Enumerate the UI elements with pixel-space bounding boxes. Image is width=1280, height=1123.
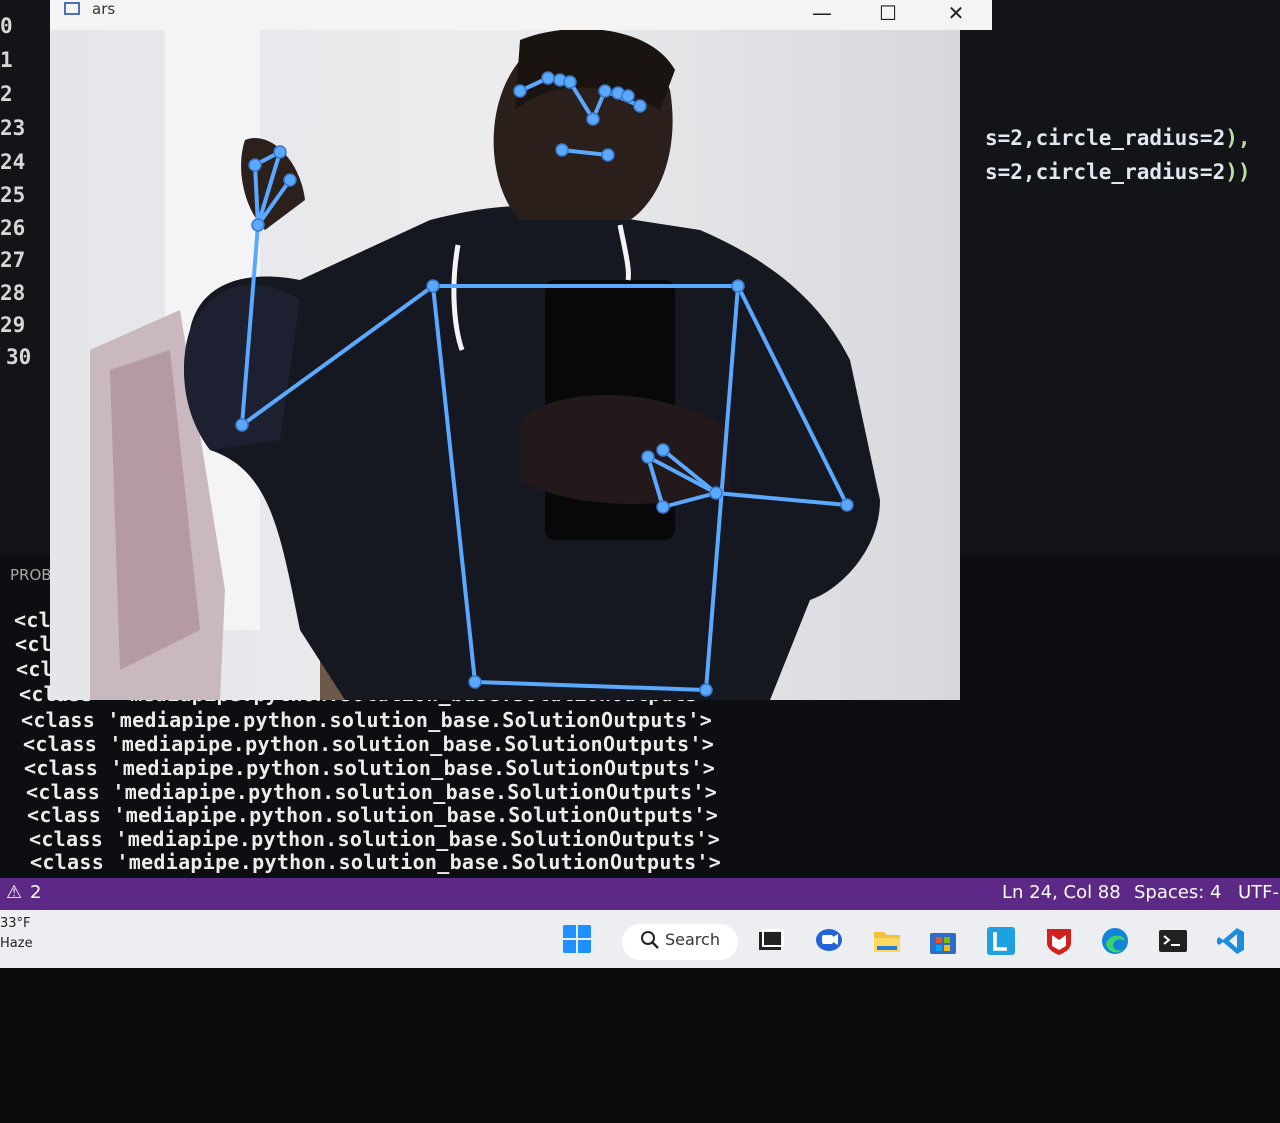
- status-bar: ⚠ 2 Ln 24, Col 88 Spaces: 4 UTF-: [0, 878, 1280, 910]
- line-number: 30: [6, 345, 32, 369]
- code-text: s=2,circle_radius=2: [985, 160, 1226, 184]
- windows-start-icon[interactable]: [562, 924, 592, 954]
- code-bracket: )): [1225, 160, 1251, 184]
- weather-widget[interactable]: 33°F Haze: [0, 914, 33, 954]
- output-line: <class 'mediapipe.python.solution_base.S…: [30, 850, 722, 874]
- warning-count[interactable]: 2: [30, 882, 41, 903]
- window-titlebar[interactable]: ars — ☐ ✕: [50, 0, 992, 30]
- taskbar: 33°F Haze Search: [0, 910, 1280, 968]
- camera-window[interactable]: ars — ☐ ✕: [50, 0, 992, 700]
- code-bracket: ),: [1225, 126, 1251, 150]
- line-number: 1: [0, 48, 13, 72]
- minimize-button[interactable]: —: [792, 0, 852, 30]
- line-number: 29: [0, 313, 26, 337]
- line-number: 23: [0, 116, 26, 140]
- line-number: 2: [0, 82, 13, 106]
- line-number: 27: [0, 248, 26, 272]
- cursor-position[interactable]: Ln 24, Col 88: [1002, 882, 1121, 903]
- webcam-feed: [50, 30, 960, 700]
- monitor-bezel: [0, 968, 1280, 1123]
- weather-condition: Haze: [0, 936, 33, 951]
- code-text: s=2,circle_radius=2: [985, 126, 1226, 150]
- line-number: 28: [0, 281, 26, 305]
- microsoft-store-icon[interactable]: [928, 926, 958, 956]
- code-line[interactable]: s=2,circle_radius=2),: [985, 126, 1251, 150]
- output-line: <class 'mediapipe.python.solution_base.S…: [23, 732, 715, 756]
- line-number: 26: [0, 216, 26, 240]
- output-line: <class 'mediapipe.python.solution_base.S…: [24, 756, 716, 780]
- output-line: <class 'mediapipe.python.solution_base.S…: [29, 827, 721, 851]
- search-icon: [641, 931, 659, 949]
- warning-icon[interactable]: ⚠: [6, 882, 22, 903]
- indentation[interactable]: Spaces: 4: [1134, 882, 1221, 903]
- edge-icon[interactable]: [1100, 926, 1130, 956]
- terminal-icon[interactable]: [1158, 926, 1188, 956]
- line-number: 25: [0, 183, 26, 207]
- output-line: <class 'mediapipe.python.solution_base.S…: [21, 708, 713, 732]
- output-line: <class 'mediapipe.python.solution_base.S…: [26, 780, 718, 804]
- encoding[interactable]: UTF-: [1238, 882, 1279, 903]
- task-view-icon[interactable]: [756, 926, 786, 956]
- teams-chat-icon[interactable]: [814, 926, 844, 956]
- output-line: <class 'mediapipe.python.solution_base.S…: [27, 803, 719, 827]
- temperature: 33°F: [0, 916, 31, 931]
- line-number: 24: [0, 150, 26, 174]
- vscode-icon[interactable]: [1216, 926, 1246, 956]
- file-explorer-icon[interactable]: [872, 926, 902, 956]
- line-number: 0: [0, 14, 13, 38]
- search-label: Search: [665, 930, 720, 949]
- window-title: ars: [92, 0, 116, 18]
- close-button[interactable]: ✕: [926, 0, 986, 30]
- maximize-button[interactable]: ☐: [858, 0, 918, 30]
- code-line[interactable]: s=2,circle_radius=2)): [985, 160, 1251, 184]
- mcafee-icon[interactable]: [1044, 926, 1074, 956]
- app-icon: [64, 2, 80, 15]
- lens-app-icon[interactable]: [986, 926, 1016, 956]
- monitor-screen: 0 1 2 23 24 25 26 27 28 29 30 s=2,circle…: [0, 0, 1280, 970]
